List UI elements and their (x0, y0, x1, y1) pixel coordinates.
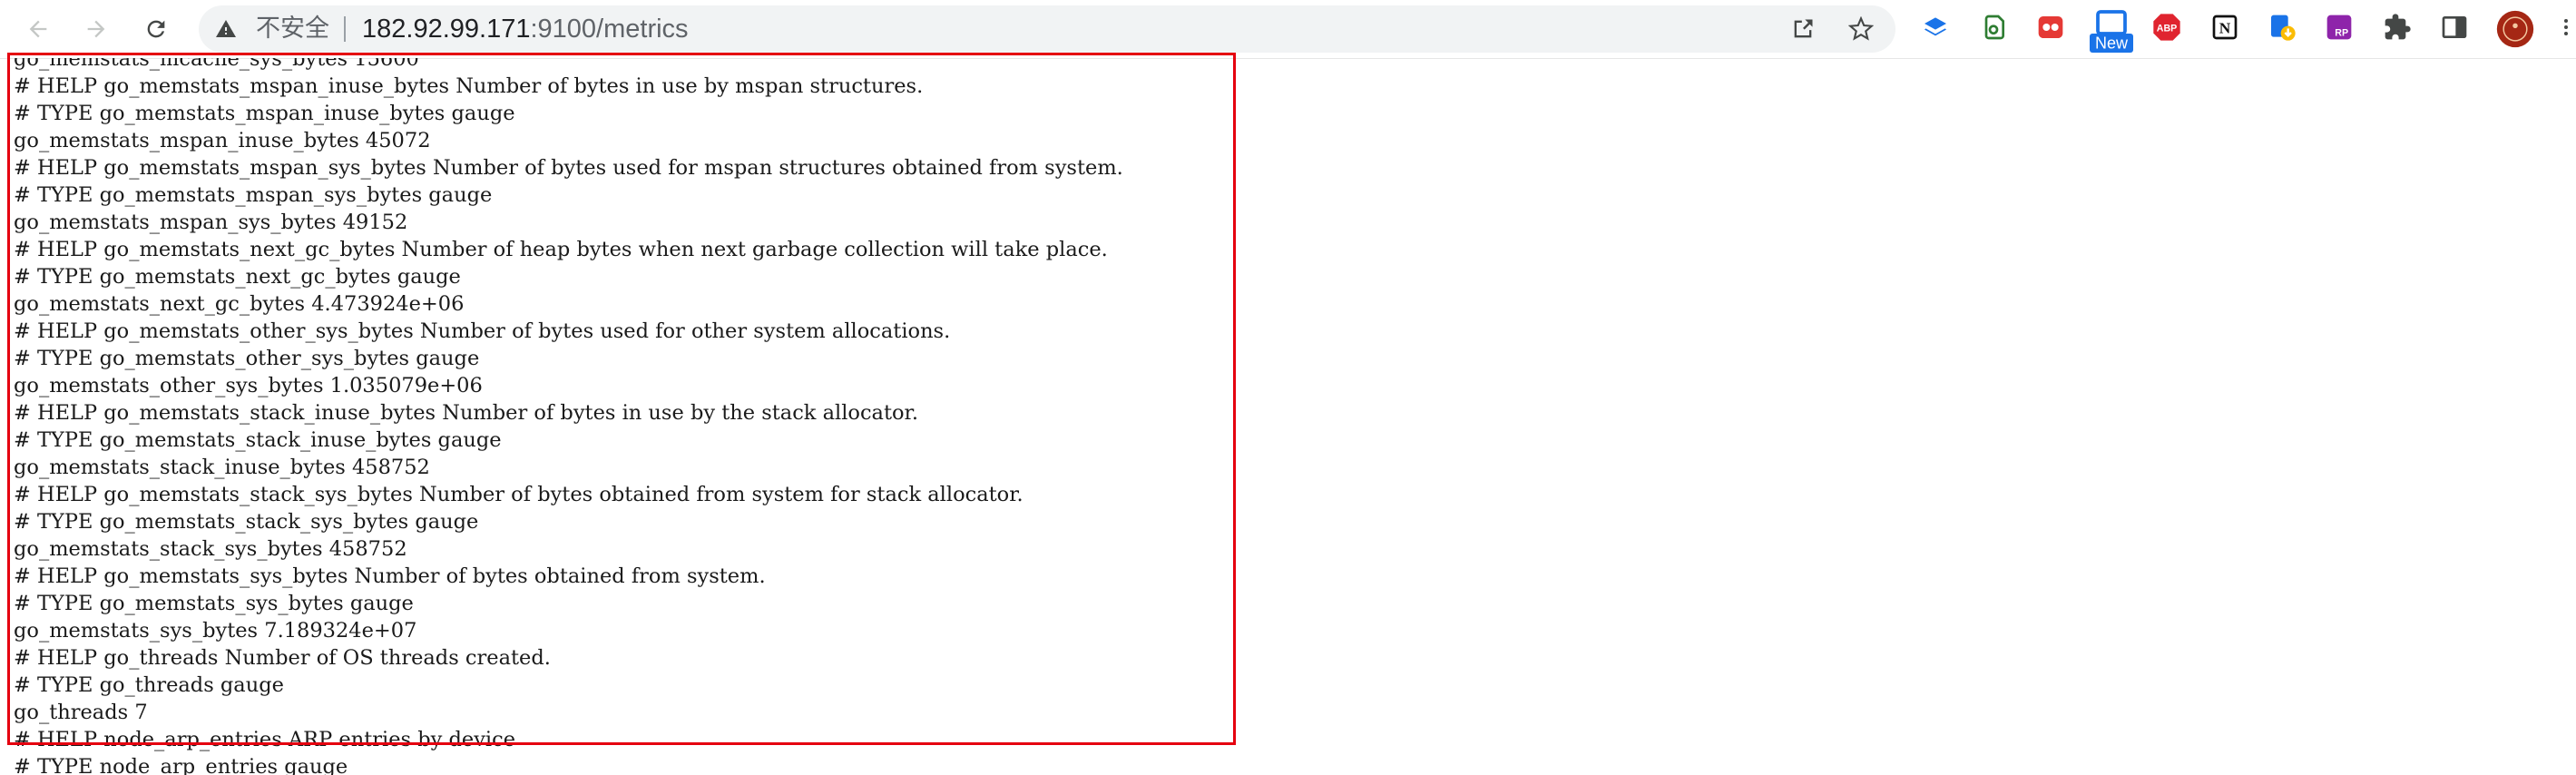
metric-line: # HELP go_memstats_sys_bytes Number of b… (14, 564, 766, 588)
download-extension-icon[interactable] (2266, 11, 2298, 44)
more-dots-glyph (2564, 19, 2568, 35)
page-content: go_memstats_mcache_sys_bytes 15600 # HELP… (0, 58, 2576, 775)
layers-glyph (1925, 17, 1946, 36)
metric-line: go_memstats_next_gc_bytes 4.473924e+06 (14, 292, 465, 316)
url-host: 182.92.99.171 (362, 15, 531, 44)
rp-extension-icon[interactable]: RP (2323, 11, 2356, 44)
back-arrow-icon (29, 20, 47, 38)
address-bar[interactable]: 不安全 182.92.99.171:9100/metrics (199, 5, 1895, 53)
download-glyph (2271, 15, 2296, 41)
evernote-extension-icon[interactable] (1977, 11, 2010, 44)
side-panel-glyph (2442, 16, 2467, 38)
avatar-glyph (2496, 10, 2534, 48)
url-text[interactable]: 182.92.99.171:9100/metrics (362, 15, 689, 44)
browser-toolbar: 不安全 182.92.99.171:9100/metrics New ABP N… (0, 0, 2576, 59)
layers-extension-icon[interactable] (1919, 11, 1952, 44)
metric-line: # TYPE go_memstats_stack_inuse_bytes gau… (14, 428, 502, 452)
new-badge-text: New (2095, 34, 2129, 53)
metric-line: # HELP go_memstats_mspan_inuse_bytes Num… (14, 74, 924, 98)
metric-line: # TYPE go_memstats_mspan_inuse_bytes gau… (14, 102, 515, 125)
back-button[interactable] (18, 9, 58, 49)
share-icon[interactable] (1790, 16, 1816, 42)
metric-line-partial: go_memstats_mcache_sys_bytes 15600 (14, 58, 419, 71)
metric-line: # HELP go_memstats_other_sys_bytes Numbe… (14, 319, 951, 343)
notion-extension-icon[interactable]: N (2209, 11, 2241, 44)
forward-arrow-icon (87, 20, 105, 38)
screenshot-new-extension-icon[interactable]: New (2090, 9, 2133, 53)
metric-line: # HELP go_threads Number of OS threads c… (14, 646, 551, 670)
metric-line: # HELP node_arp_entries ARP entries by d… (14, 728, 516, 751)
dots-glyph (2038, 16, 2063, 38)
abp-glyph: ABP (2153, 14, 2180, 41)
profile-avatar-icon[interactable] (2495, 9, 2535, 49)
metrics-text: go_memstats_mcache_sys_bytes 15600 # HELP… (14, 58, 1123, 775)
metric-line: go_threads 7 (14, 701, 148, 724)
rp-label: RP (2335, 27, 2348, 38)
notion-glyph: N (2212, 15, 2238, 40)
address-separator (344, 16, 346, 42)
screenshot-glyph: New (2090, 10, 2133, 53)
evernote-glyph (1984, 15, 2004, 40)
metric-line: # HELP go_memstats_stack_inuse_bytes Num… (14, 401, 918, 425)
forward-button[interactable] (76, 9, 116, 49)
security-label[interactable]: 不安全 (256, 15, 329, 43)
metric-line: # TYPE go_memstats_sys_bytes gauge (14, 592, 414, 615)
url-path: :9100/metrics (530, 15, 689, 44)
metric-line: go_memstats_other_sys_bytes 1.035079e+06 (14, 374, 483, 397)
metric-line: go_memstats_stack_sys_bytes 458752 (14, 537, 407, 561)
metric-line: # TYPE go_memstats_stack_sys_bytes gauge (14, 510, 479, 534)
metric-line: # TYPE go_memstats_other_sys_bytes gauge (14, 347, 480, 370)
side-panel-icon[interactable] (2438, 11, 2471, 44)
abp-label: ABP (2157, 24, 2178, 34)
star-icon[interactable] (1848, 16, 1874, 42)
metric-line: # HELP go_memstats_mspan_sys_bytes Numbe… (14, 156, 1123, 180)
metric-line: # TYPE go_memstats_mspan_sys_bytes gauge (14, 183, 493, 207)
metric-line: go_memstats_mspan_sys_bytes 49152 (14, 211, 408, 234)
reload-icon (147, 20, 165, 38)
metric-line: go_memstats_stack_inuse_bytes 458752 (14, 456, 430, 479)
metric-line: # HELP go_memstats_stack_sys_bytes Numbe… (14, 483, 1024, 506)
metric-line: # HELP go_memstats_next_gc_bytes Number … (14, 238, 1108, 261)
notion-label: N (2219, 20, 2231, 37)
metric-line: # TYPE go_memstats_next_gc_bytes gauge (14, 265, 461, 289)
dots-extension-icon[interactable] (2034, 11, 2067, 44)
adblock-plus-extension-icon[interactable]: ABP (2150, 11, 2183, 44)
metric-line: # TYPE node_arp_entries gauge (14, 755, 348, 775)
reload-button[interactable] (136, 9, 176, 49)
metric-line: go_memstats_mspan_inuse_bytes 45072 (14, 129, 431, 152)
metric-line: go_memstats_sys_bytes 7.189324e+07 (14, 619, 417, 643)
more-menu-icon[interactable] (2557, 11, 2575, 44)
metric-line: # TYPE go_threads gauge (14, 673, 284, 697)
rp-glyph: RP (2326, 15, 2352, 40)
puzzle-glyph (2385, 14, 2411, 40)
puzzle-extensions-icon[interactable] (2381, 11, 2414, 44)
warning-triangle-icon (216, 20, 236, 37)
